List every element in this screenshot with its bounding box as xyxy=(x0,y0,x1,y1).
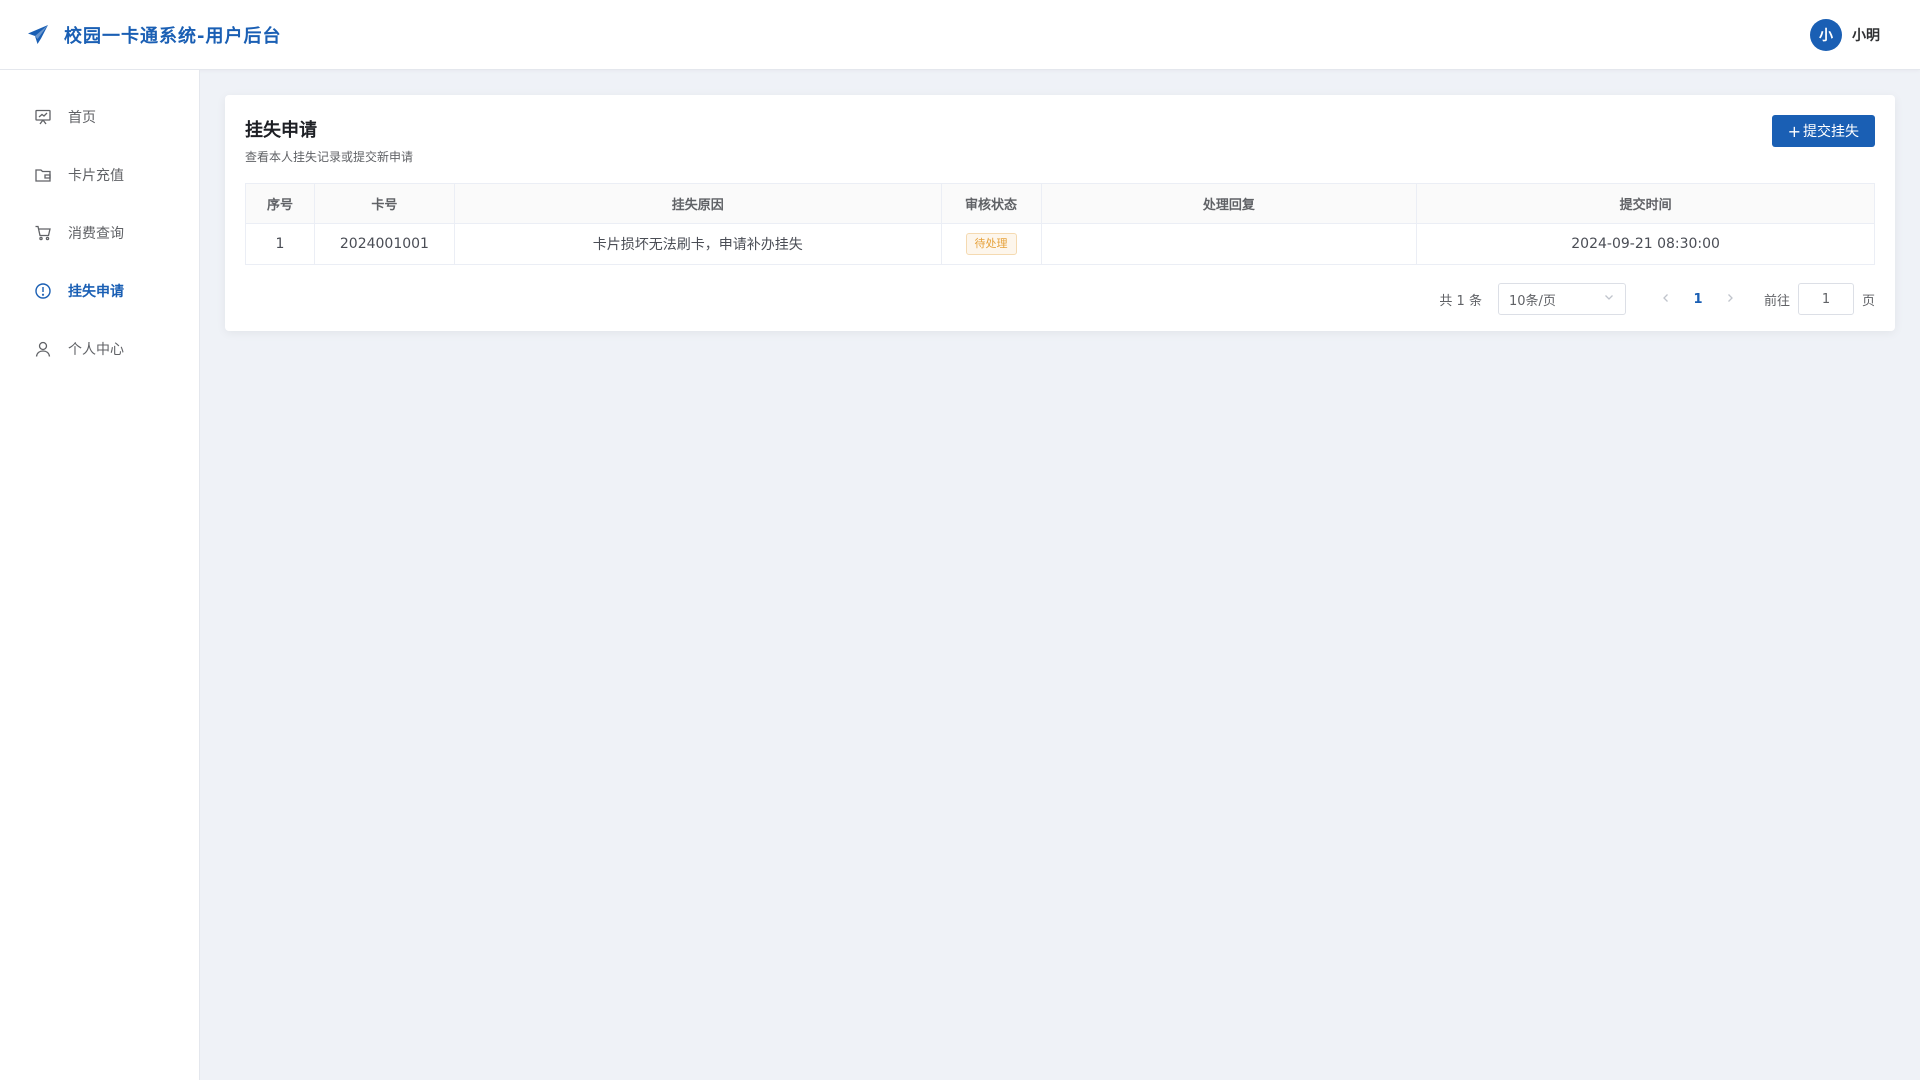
cell-card-no: 2024001001 xyxy=(313,223,455,265)
loss-report-table: 序号 卡号 挂失原因 审核状态 处理回复 提交时间 1 2024001001 卡… xyxy=(245,183,1875,265)
cell-submitted-at: 2024-09-21 08:30:00 xyxy=(1416,223,1875,265)
top-header: 校园一卡通系统-用户后台 小 小明 xyxy=(0,0,1920,70)
sidebar-item-profile[interactable]: 个人中心 xyxy=(0,320,199,378)
table-header-row: 序号 卡号 挂失原因 审核状态 处理回复 提交时间 xyxy=(245,183,1875,224)
sidebar-item-label: 卡片充值 xyxy=(68,168,124,184)
page-size-select[interactable]: 10条/页 xyxy=(1497,283,1626,315)
page-title: 挂失申请 xyxy=(245,120,317,141)
wallet-icon xyxy=(34,166,52,184)
user-menu[interactable]: 小 小明 xyxy=(1810,18,1880,51)
page-size-value: 10条/页 xyxy=(1508,293,1556,309)
user-name[interactable]: 小明 xyxy=(1852,25,1880,45)
pagination: 共 1 条 10条/页 1 前往 页 xyxy=(245,283,1875,315)
goto-label: 前往 xyxy=(1763,293,1790,309)
column-header-reason[interactable]: 挂失原因 xyxy=(453,183,942,224)
sidebar-item-card-recharge[interactable]: 卡片充值 xyxy=(0,146,199,204)
prev-page-button[interactable] xyxy=(1650,291,1682,307)
next-page-button[interactable] xyxy=(1714,291,1746,307)
chevron-down-icon xyxy=(1603,291,1615,307)
avatar[interactable]: 小 xyxy=(1810,18,1842,51)
card-header: 挂失申请 查看本人挂失记录或提交新申请 + 提交挂失 xyxy=(245,115,1875,165)
submit-loss-label: 提交挂失 xyxy=(1803,124,1859,140)
sidebar-item-label: 消费查询 xyxy=(68,226,124,242)
column-header-submitted-at[interactable]: 提交时间 xyxy=(1416,183,1875,224)
sidebar-item-label: 挂失申请 xyxy=(68,284,124,300)
table-row[interactable]: 1 2024001001 卡片损坏无法刷卡，申请补办挂失 待处理 2024-09… xyxy=(245,223,1875,265)
presentation-icon xyxy=(34,108,52,126)
submit-loss-button[interactable]: + 提交挂失 xyxy=(1771,115,1875,147)
chevron-left-icon xyxy=(1663,294,1668,302)
app-title: 校园一卡通系统-用户后台 xyxy=(64,25,282,47)
user-icon xyxy=(34,340,52,358)
sidebar-item-consumption-query[interactable]: 消费查询 xyxy=(0,204,199,262)
column-header-status[interactable]: 审核状态 xyxy=(940,183,1042,224)
pagination-total: 共 1 条 xyxy=(1439,293,1482,309)
chevron-right-icon xyxy=(1728,294,1733,302)
loss-report-card: 挂失申请 查看本人挂失记录或提交新申请 + 提交挂失 序号 卡号 挂失原因 审核… xyxy=(225,95,1895,331)
alert-circle-icon xyxy=(34,282,52,300)
sidebar: 首页 卡片充值 消费查询 挂失申请 个人中心 xyxy=(0,70,200,1080)
sidebar-item-home[interactable]: 首页 xyxy=(0,88,199,146)
column-header-card-no[interactable]: 卡号 xyxy=(313,183,455,224)
cell-reason: 卡片损坏无法刷卡，申请补办挂失 xyxy=(453,223,942,265)
status-badge: 待处理 xyxy=(965,233,1017,255)
paper-plane-icon xyxy=(26,23,50,47)
column-header-reply[interactable]: 处理回复 xyxy=(1040,183,1418,224)
sidebar-item-label: 首页 xyxy=(68,110,96,126)
sidebar-item-loss-report[interactable]: 挂失申请 xyxy=(0,262,199,320)
cart-icon xyxy=(34,224,52,242)
page-number-current[interactable]: 1 xyxy=(1682,292,1714,307)
sidebar-item-label: 个人中心 xyxy=(68,342,124,358)
goto-page-input[interactable] xyxy=(1797,283,1854,315)
page-subtitle: 查看本人挂失记录或提交新申请 xyxy=(245,150,414,164)
brand[interactable]: 校园一卡通系统-用户后台 xyxy=(26,22,281,48)
plus-icon: + xyxy=(1787,121,1801,141)
cell-status: 待处理 xyxy=(940,223,1042,265)
cell-reply xyxy=(1040,223,1418,265)
page-unit-label: 页 xyxy=(1861,293,1875,309)
column-header-index[interactable]: 序号 xyxy=(245,183,315,224)
cell-index: 1 xyxy=(245,223,315,265)
